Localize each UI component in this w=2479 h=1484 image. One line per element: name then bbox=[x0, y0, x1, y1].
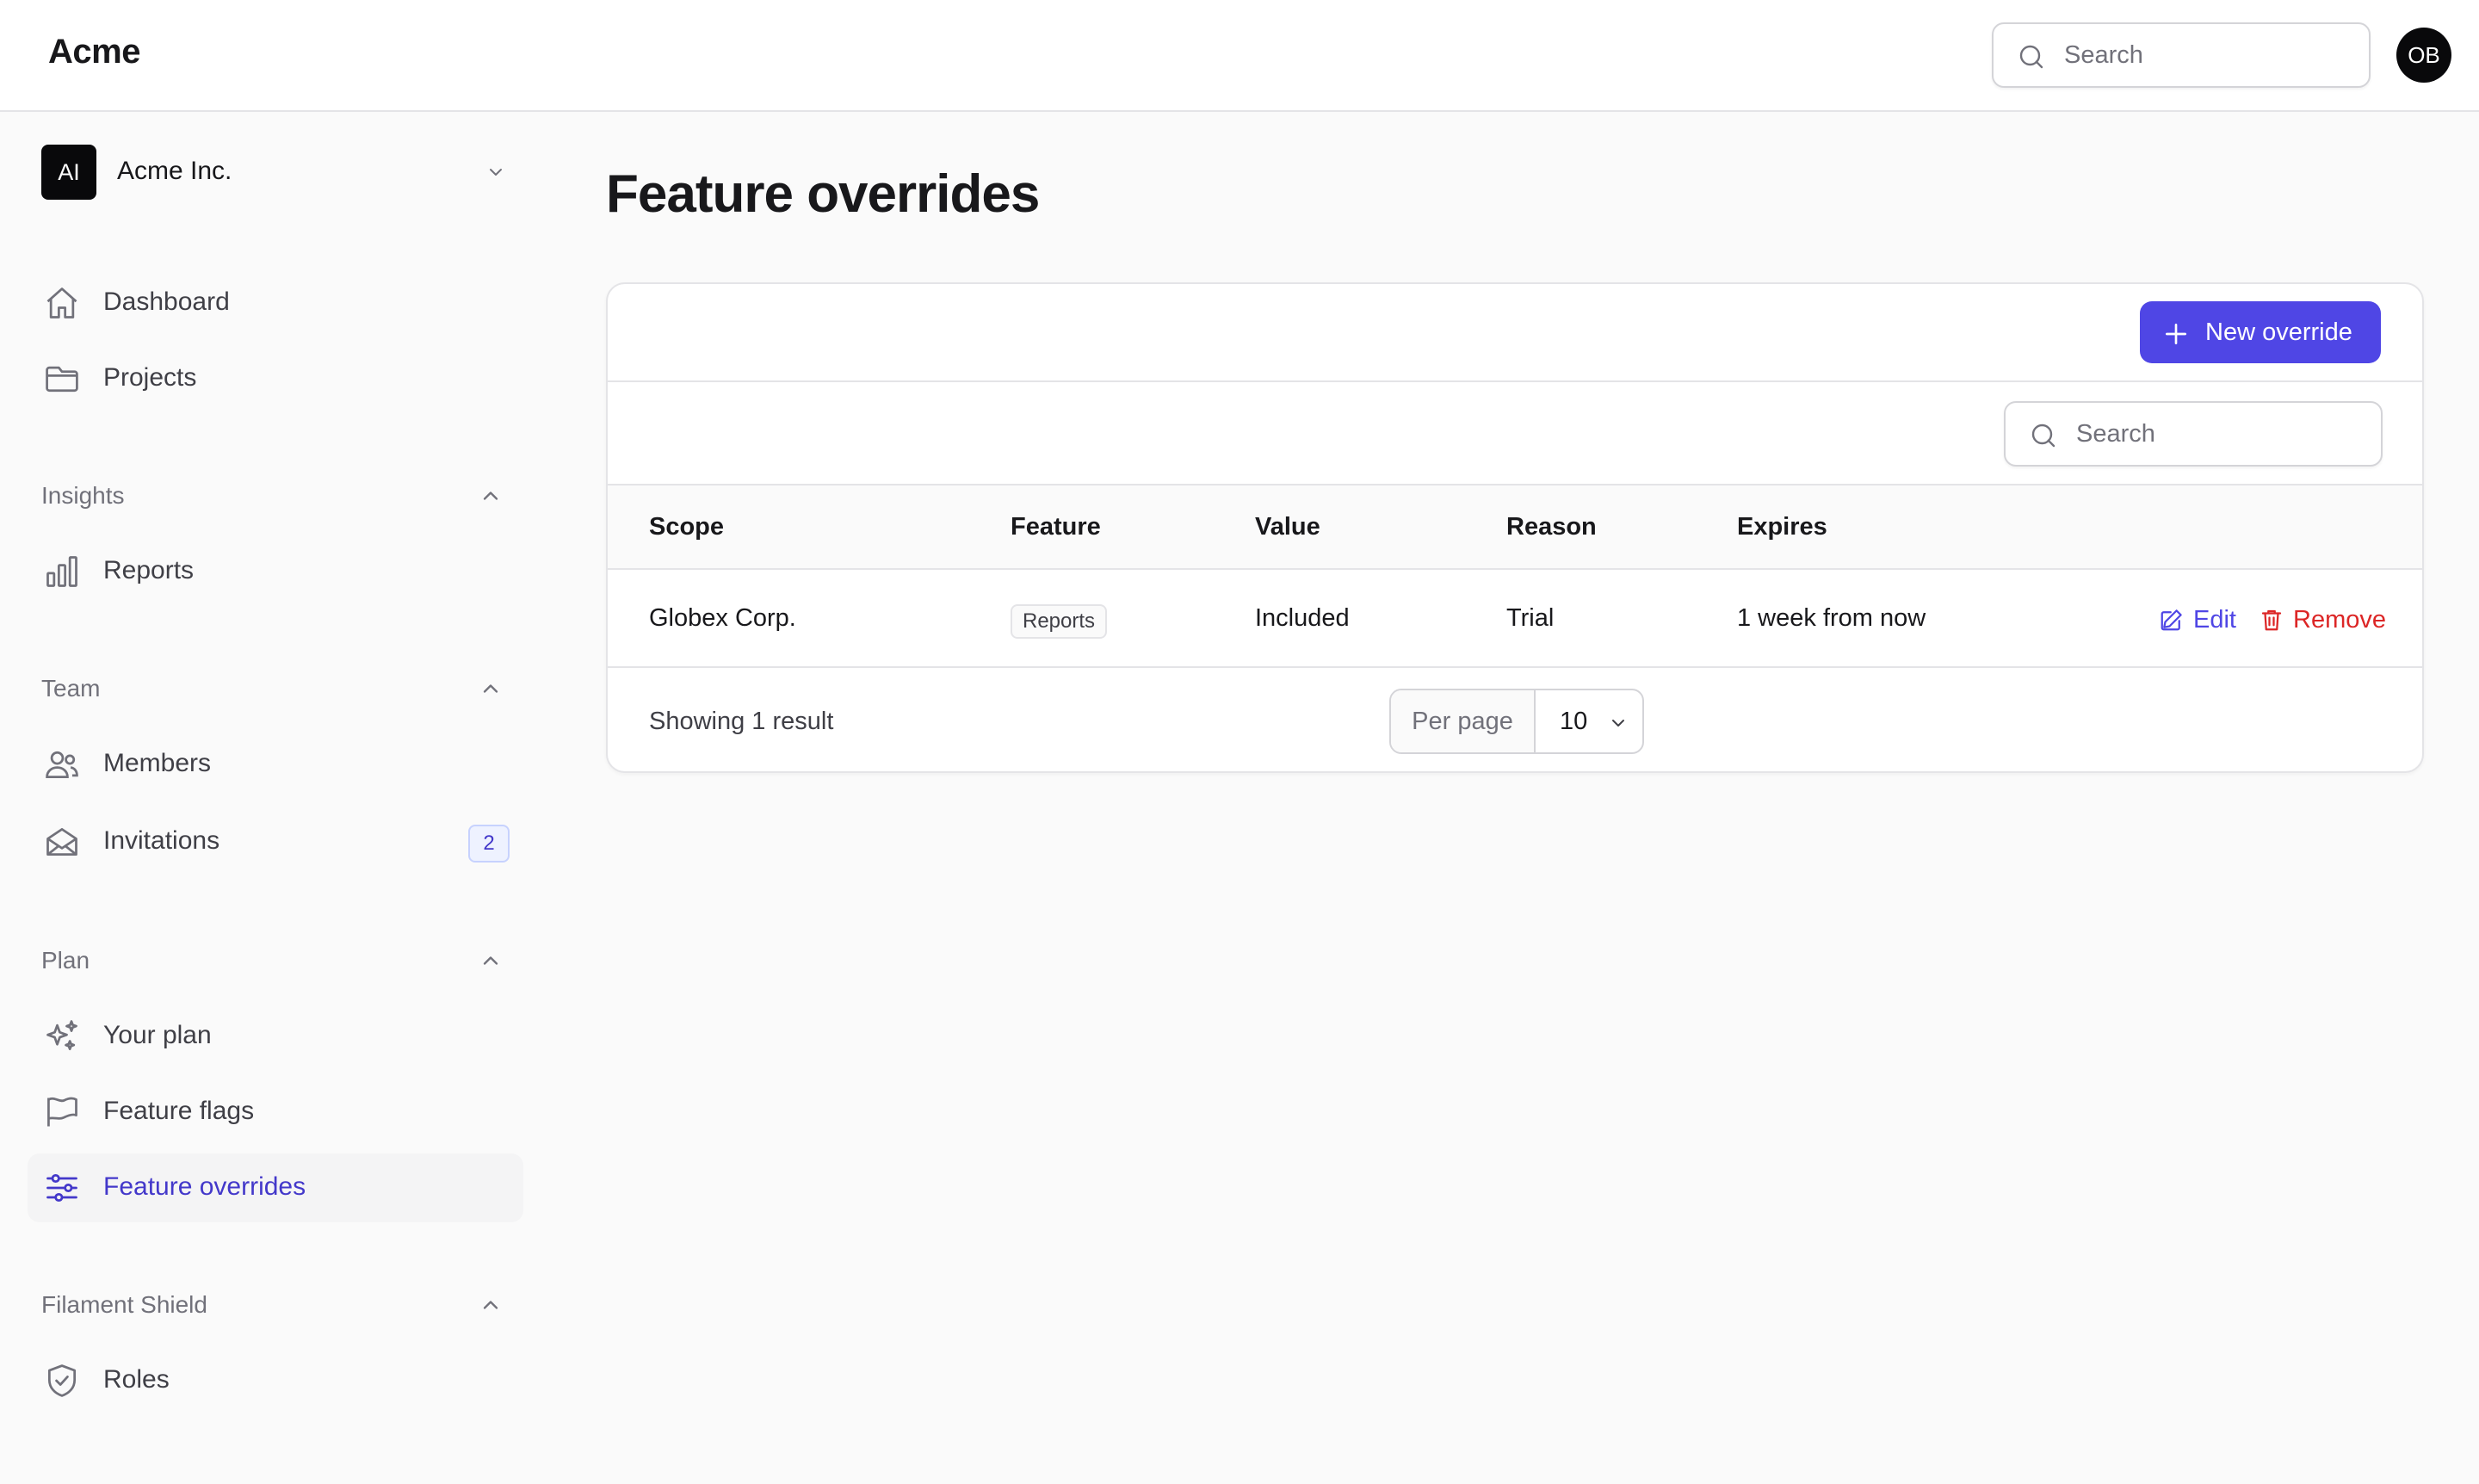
card-header: New override bbox=[608, 284, 2422, 382]
sparkles-icon bbox=[43, 1017, 81, 1055]
global-search-input[interactable] bbox=[2064, 36, 2357, 74]
remove-action[interactable]: Remove bbox=[2259, 603, 2386, 637]
sidebar-group-plan[interactable]: Plan bbox=[41, 947, 90, 974]
sidebar-item-label: Invitations bbox=[103, 826, 220, 855]
chevron-up-icon[interactable] bbox=[479, 1293, 503, 1317]
table-footer: Showing 1 result Per page 10 bbox=[608, 668, 2422, 771]
chevron-up-icon[interactable] bbox=[479, 484, 503, 508]
cell-value: Included bbox=[1255, 604, 1350, 632]
sidebar-item-label: Roles bbox=[103, 1365, 170, 1394]
sidebar-group-team[interactable]: Team bbox=[41, 675, 100, 702]
adjustments-icon bbox=[43, 1169, 81, 1207]
remove-label: Remove bbox=[2293, 605, 2386, 634]
shield-check-icon bbox=[43, 1362, 81, 1400]
table-toolbar bbox=[608, 382, 2422, 485]
chevron-up-icon[interactable] bbox=[479, 949, 503, 973]
per-page-select[interactable]: Per page 10 bbox=[1389, 689, 1644, 754]
cell-scope: Globex Corp. bbox=[649, 604, 796, 632]
search-icon bbox=[2016, 41, 2047, 72]
global-search[interactable] bbox=[1992, 22, 2371, 88]
flag-icon bbox=[43, 1093, 81, 1131]
sidebar-item-label: Members bbox=[103, 749, 212, 777]
sidebar-item-label: Dashboard bbox=[103, 288, 230, 316]
sidebar-item-your-plan[interactable]: Your plan bbox=[28, 1002, 523, 1071]
result-count: Showing 1 result bbox=[649, 708, 834, 735]
folder-icon bbox=[43, 360, 81, 398]
brand-logo[interactable]: Acme bbox=[48, 33, 140, 71]
column-header-scope[interactable]: Scope bbox=[649, 513, 724, 541]
column-header-reason[interactable]: Reason bbox=[1506, 513, 1597, 541]
page-title: Feature overrides bbox=[606, 164, 1040, 224]
sidebar-item-label: Feature flags bbox=[103, 1097, 255, 1125]
sidebar-item-roles[interactable]: Roles bbox=[28, 1346, 523, 1415]
column-header-value[interactable]: Value bbox=[1255, 513, 1320, 541]
envelope-open-icon bbox=[43, 823, 81, 861]
sidebar-item-invitations[interactable]: Invitations 2 bbox=[28, 807, 523, 876]
search-icon bbox=[2028, 420, 2059, 451]
cell-reason: Trial bbox=[1506, 604, 1555, 632]
pencil-square-icon bbox=[2159, 607, 2185, 633]
table-row[interactable]: Globex Corp. Reports Included Trial 1 we… bbox=[608, 570, 2422, 668]
invitations-count-badge: 2 bbox=[468, 825, 510, 863]
chevron-up-icon[interactable] bbox=[479, 677, 503, 701]
tenant-name: Acme Inc. bbox=[117, 157, 232, 185]
sidebar-item-label: Projects bbox=[103, 363, 197, 392]
feature-badge: Reports bbox=[1011, 604, 1108, 639]
user-avatar[interactable]: OB bbox=[2396, 28, 2451, 83]
sidebar-item-feature-overrides[interactable]: Feature overrides bbox=[28, 1153, 523, 1222]
sidebar-item-label: Reports bbox=[103, 556, 195, 584]
sidebar-item-feature-flags[interactable]: Feature flags bbox=[28, 1078, 523, 1147]
sidebar-group-insights[interactable]: Insights bbox=[41, 482, 125, 510]
table-search-input[interactable] bbox=[2076, 415, 2369, 453]
new-override-label: New override bbox=[2205, 318, 2352, 346]
sidebar-item-members[interactable]: Members bbox=[28, 730, 523, 799]
edit-action[interactable]: Edit bbox=[2159, 603, 2236, 637]
per-page-value: 10 bbox=[1560, 708, 1588, 735]
edit-label: Edit bbox=[2193, 605, 2236, 634]
chart-bar-icon bbox=[43, 553, 81, 591]
sidebar-item-reports[interactable]: Reports bbox=[28, 537, 523, 606]
users-icon bbox=[43, 745, 81, 783]
chevron-down-icon bbox=[1608, 713, 1629, 733]
plus-icon bbox=[2162, 320, 2190, 348]
sidebar-item-label: Your plan bbox=[103, 1021, 212, 1049]
tenant-avatar: AI bbox=[41, 145, 96, 200]
sidebar-item-projects[interactable]: Projects bbox=[28, 344, 523, 413]
cell-expires: 1 week from now bbox=[1737, 604, 1926, 632]
sidebar-item-label: Feature overrides bbox=[103, 1172, 306, 1201]
new-override-button[interactable]: New override bbox=[2140, 301, 2381, 363]
home-icon bbox=[43, 284, 81, 322]
sidebar-group-filament-shield[interactable]: Filament Shield bbox=[41, 1291, 207, 1319]
sidebar-item-dashboard[interactable]: Dashboard bbox=[28, 269, 523, 337]
column-header-feature[interactable]: Feature bbox=[1011, 513, 1101, 541]
chevron-down-icon bbox=[485, 162, 506, 182]
per-page-label: Per page bbox=[1391, 690, 1536, 752]
table-header: Scope Feature Value Reason Expires bbox=[608, 485, 2422, 570]
top-bar: Acme OB bbox=[0, 0, 2479, 112]
tenant-switcher[interactable]: AI Acme Inc. bbox=[41, 145, 516, 200]
table-search[interactable] bbox=[2004, 401, 2383, 467]
trash-icon bbox=[2259, 607, 2284, 633]
column-header-expires[interactable]: Expires bbox=[1737, 513, 1827, 541]
overrides-table-card: New override Scope Feature Value Reason … bbox=[606, 282, 2424, 773]
